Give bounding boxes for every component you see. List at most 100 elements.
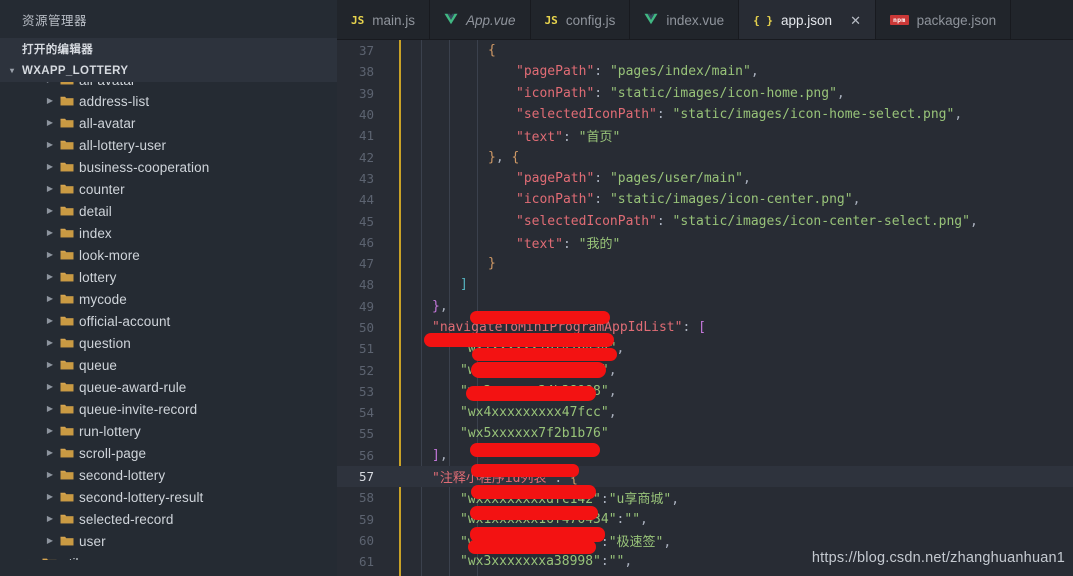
folder-icon bbox=[56, 359, 78, 371]
chevron-right-icon: ▶ bbox=[46, 382, 54, 391]
file-tree-item[interactable]: ▶ mycode bbox=[0, 288, 337, 310]
file-tree-item[interactable]: ▶ lottery bbox=[0, 266, 337, 288]
file-tree-item[interactable]: ▶ detail bbox=[0, 200, 337, 222]
editor-tab-index-vue[interactable]: index.vue bbox=[630, 0, 740, 40]
file-tree-item[interactable]: ▶ all-lottery-user bbox=[0, 134, 337, 156]
file-tree-item[interactable]: ▶ user bbox=[0, 530, 337, 552]
line-number: 53 bbox=[358, 383, 374, 399]
code-line[interactable]: 46 "text": "我的" bbox=[337, 232, 1073, 253]
editor-tab-main-js[interactable]: JS main.js bbox=[337, 0, 431, 40]
editor-tab-bar: JS main.js App.vue JS config.js index.vue { } a… bbox=[337, 0, 1073, 40]
file-tree-item[interactable]: ▶ address-list bbox=[0, 90, 337, 112]
chevron-right-icon: ▶ bbox=[46, 118, 54, 127]
file-tree[interactable]: ▶ all-avatar ▶ address-list ▶ all-avatar ▶ al… bbox=[0, 82, 337, 560]
code-line[interactable]: 56], bbox=[337, 445, 1073, 466]
code-line[interactable]: 55 "wx5xxxxxx7f2b1b76" bbox=[337, 423, 1073, 444]
npm-icon: npm bbox=[889, 14, 909, 26]
file-tree-item[interactable]: ▶ utils bbox=[0, 552, 337, 560]
line-number: 50 bbox=[358, 320, 374, 335]
file-tree-item[interactable]: ▶ queue-invite-record bbox=[0, 398, 337, 420]
project-folder-label: WXAPP_LOTTERY bbox=[22, 65, 129, 77]
code-line[interactable]: 40 "selectedIconPath": "static/images/ico… bbox=[337, 104, 1073, 125]
code-line[interactable]: 41 "text": "首页" bbox=[337, 125, 1073, 146]
file-tree-item[interactable]: ▶ scroll-page bbox=[0, 442, 337, 464]
folder-icon bbox=[56, 183, 78, 195]
chevron-right-icon: ▶ bbox=[46, 514, 54, 523]
code-line[interactable]: 37 { bbox=[337, 40, 1073, 61]
open-editors-section[interactable]: 打开的编辑器 bbox=[0, 38, 337, 60]
file-tree-item-label: queue-invite-record bbox=[79, 401, 198, 417]
code-line[interactable]: 62"wx4xxxxxxx45147fcc":"稀客地图", bbox=[337, 572, 1073, 576]
file-tree-item[interactable]: ▶ counter bbox=[0, 178, 337, 200]
code-line[interactable]: 58 "wxxxxxxxxxdfc142":"u享商城", bbox=[337, 487, 1073, 508]
file-tree-item[interactable]: ▶ second-lottery-result bbox=[0, 486, 337, 508]
code-line-text: "iconPath": "static/images/icon-center.p… bbox=[516, 192, 861, 208]
code-line[interactable]: 38 "pagePath": "pages/index/main", bbox=[337, 61, 1073, 82]
code-line-text: "navigateToMiniProgramAppIdList": [ bbox=[432, 320, 706, 335]
editor-tab-label: package.json bbox=[916, 12, 997, 28]
editor-tab-package-json[interactable]: npm package.json bbox=[875, 0, 1012, 40]
file-tree-item[interactable]: ▶ queue-award-rule bbox=[0, 376, 337, 398]
code-line[interactable]: 59 "wx1xxxxxx16f476434":"", bbox=[337, 509, 1073, 530]
vue-icon bbox=[644, 13, 658, 28]
folder-icon bbox=[56, 513, 78, 525]
code-line-text: "wx3xxxxxx34b38998", bbox=[460, 383, 617, 399]
code-line[interactable]: 44 "iconPath": "static/images/icon-center… bbox=[337, 189, 1073, 210]
folder-icon bbox=[56, 139, 78, 151]
code-line-text: } bbox=[488, 256, 496, 272]
code-line-text: "wx2xxxxxxxc35907":"极速签", bbox=[460, 534, 672, 550]
code-line[interactable]: 45 "selectedIconPath": "static/images/ico… bbox=[337, 210, 1073, 231]
file-tree-item[interactable]: ▶ index bbox=[0, 222, 337, 244]
code-line[interactable]: 52 "wx2xxxxxx28f35907", bbox=[337, 359, 1073, 380]
file-tree-item[interactable]: ▶ run-lottery bbox=[0, 420, 337, 442]
folder-icon bbox=[56, 205, 78, 217]
file-tree-item[interactable]: ▶ official-account bbox=[0, 310, 337, 332]
file-tree-item-label: queue bbox=[79, 357, 118, 373]
code-line[interactable]: 60 "wx2xxxxxxxc35907":"极速签", bbox=[337, 530, 1073, 551]
file-tree-item-label: all-avatar bbox=[79, 115, 136, 131]
chevron-right-icon: ▶ bbox=[46, 470, 54, 479]
line-number: 41 bbox=[358, 128, 374, 144]
code-line[interactable]: 53 "wx3xxxxxx34b38998", bbox=[337, 381, 1073, 402]
file-tree-item[interactable]: ▶ queue bbox=[0, 354, 337, 376]
code-line[interactable]: 47} bbox=[337, 253, 1073, 274]
chevron-right-icon: ▶ bbox=[46, 272, 54, 281]
folder-icon bbox=[56, 249, 78, 261]
file-tree-item-label: selected-record bbox=[79, 511, 174, 527]
close-icon[interactable]: ✕ bbox=[850, 14, 861, 27]
code-line[interactable]: 48] bbox=[337, 274, 1073, 295]
file-tree-item[interactable]: ▶ look-more bbox=[0, 244, 337, 266]
chevron-right-icon: ▶ bbox=[46, 294, 54, 303]
editor-tab-app-json[interactable]: { } app.json ✕ bbox=[739, 0, 876, 40]
code-line[interactable]: 57 "注释小程序id列表": { bbox=[337, 465, 1073, 488]
line-number: 57 bbox=[358, 469, 374, 485]
file-tree-item[interactable]: ▶ selected-record bbox=[0, 508, 337, 530]
code-line[interactable]: 42}, { bbox=[337, 146, 1073, 167]
file-tree-item-label: queue-award-rule bbox=[79, 379, 187, 395]
file-tree-item-label: question bbox=[79, 335, 131, 351]
editor-tab-config-js[interactable]: JS config.js bbox=[530, 0, 631, 40]
code-line-text: }, bbox=[432, 298, 448, 314]
code-line[interactable]: 39 "iconPath": "static/images/icon-home.p… bbox=[337, 83, 1073, 104]
code-line[interactable]: 49}, bbox=[337, 296, 1073, 317]
chevron-right-icon: ▶ bbox=[46, 96, 54, 105]
file-tree-item[interactable]: ▶ second-lottery bbox=[0, 464, 337, 486]
editor-tab-App-vue[interactable]: App.vue bbox=[430, 0, 531, 40]
chevron-right-icon: ▶ bbox=[26, 559, 38, 561]
file-tree-item[interactable]: ▶ business-cooperation bbox=[0, 156, 337, 178]
json-icon: { } bbox=[753, 13, 774, 27]
file-tree-item[interactable]: ▶ all-avatar bbox=[0, 112, 337, 134]
chevron-right-icon: ▶ bbox=[46, 162, 54, 171]
code-line[interactable]: 54 "wx4xxxxxxxxx47fcc", bbox=[337, 402, 1073, 423]
code-line[interactable]: 50 "navigateToMiniProgramAppIdList": [ bbox=[337, 317, 1073, 338]
line-number: 44 bbox=[358, 192, 374, 208]
code-editor[interactable]: 37 {38 "pagePath": "pages/index/main", 39 "i… bbox=[337, 40, 1073, 576]
file-tree-item-label: counter bbox=[79, 181, 125, 197]
code-line[interactable]: 51 "wx1xxxxxx16f476434", bbox=[337, 338, 1073, 359]
file-tree-item[interactable]: ▶ question bbox=[0, 332, 337, 354]
code-line[interactable]: 43 "pagePath": "pages/user/main", bbox=[337, 168, 1073, 189]
code-line-text: "wxxxxxxxxxdfc142":"u享商城", bbox=[460, 492, 680, 508]
editor-tab-label: App.vue bbox=[466, 12, 516, 28]
project-folder-section[interactable]: ▾ WXAPP_LOTTERY bbox=[0, 60, 337, 82]
chevron-right-icon: ▶ bbox=[46, 426, 54, 435]
